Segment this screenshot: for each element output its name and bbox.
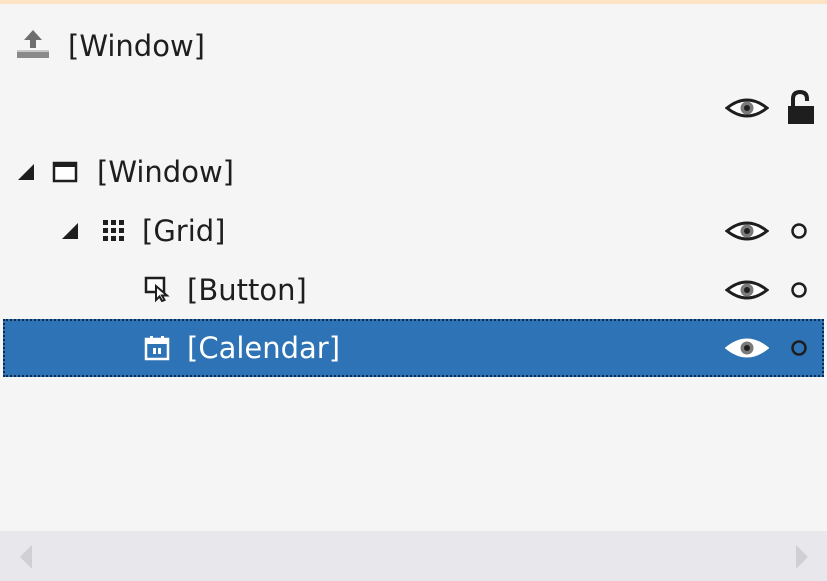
scope-controls-row [0, 80, 827, 136]
scope-row[interactable]: [Window] [0, 18, 827, 74]
button-icon [144, 276, 170, 302]
window-icon [52, 161, 78, 183]
lock-toggle-icon[interactable] [790, 339, 808, 357]
expanded-triangle-icon[interactable] [16, 162, 36, 182]
scroll-left-arrow-icon[interactable] [16, 543, 36, 571]
horizontal-scrollbar[interactable] [0, 531, 827, 581]
scope-label: [Window] [68, 29, 205, 63]
tree-item-label: [Button] [187, 273, 307, 307]
tree-item-button[interactable]: [Button] [0, 262, 827, 318]
panel-top-border [0, 0, 827, 4]
grid-icon [103, 220, 124, 241]
tree-item-calendar[interactable]: [Calendar] [3, 319, 824, 377]
tree-item-label: [Grid] [142, 214, 226, 248]
expanded-triangle-icon[interactable] [60, 221, 80, 241]
unlocked-padlock-icon[interactable] [786, 90, 816, 126]
scroll-right-arrow-icon[interactable] [792, 543, 812, 571]
eye-icon[interactable] [725, 335, 769, 361]
calendar-icon [144, 336, 170, 361]
lock-toggle-icon[interactable] [790, 222, 808, 240]
tree-item-grid[interactable]: [Grid] [0, 203, 827, 259]
lock-toggle-icon[interactable] [790, 281, 808, 299]
eye-icon[interactable] [725, 277, 769, 303]
scope-up-icon[interactable] [16, 26, 50, 62]
tree-item-label: [Calendar] [187, 331, 341, 365]
tree-item-window[interactable]: [Window] [0, 144, 827, 200]
eye-icon[interactable] [725, 95, 769, 121]
tree-item-label: [Window] [97, 155, 234, 189]
eye-icon[interactable] [725, 218, 769, 244]
